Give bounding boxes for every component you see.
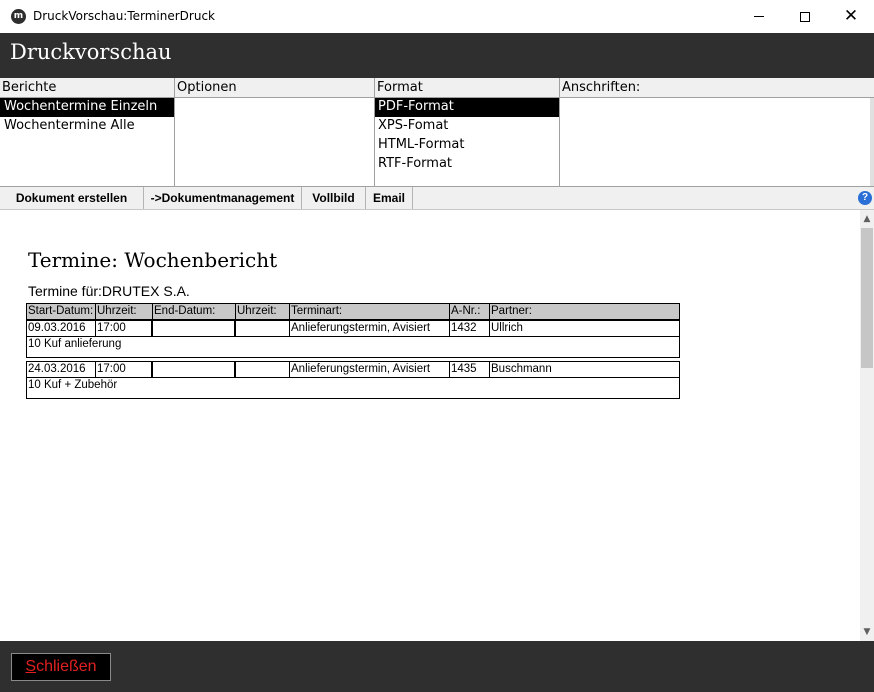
- berichte-item-wochentermine-einzeln[interactable]: Wochentermine Einzeln: [0, 98, 174, 117]
- scroll-down-icon[interactable]: ▼: [860, 625, 874, 639]
- schliessen-button[interactable]: Schließen: [11, 653, 111, 681]
- minimize-button[interactable]: [736, 0, 782, 33]
- cell-end-datum: [153, 362, 236, 377]
- column-header-uhrzeit: Uhrzeit:: [96, 304, 153, 319]
- column-header-end-datum: End-Datum:: [153, 304, 236, 319]
- column-header-partner: Partner:: [491, 305, 532, 317]
- schliessen-accesskey: S: [25, 658, 37, 675]
- scrollbar-thumb[interactable]: [861, 228, 873, 368]
- dokument-erstellen-button[interactable]: Dokument erstellen: [0, 187, 144, 209]
- record-data-row: 24.03.2016 17:00 Anlieferungstermin, Avi…: [27, 362, 679, 378]
- column-header-terminart: Terminart:: [290, 304, 450, 319]
- scroll-up-icon[interactable]: ▲: [860, 212, 874, 226]
- page-title: Druckvorschau: [10, 40, 172, 64]
- column-header-uhrzeit-end: Uhrzeit:: [236, 304, 290, 319]
- cell-terminart: Anlieferungstermin, Avisiert: [290, 362, 450, 377]
- cell-a-nr: 1435: [450, 362, 490, 377]
- close-icon: ✕: [843, 6, 859, 26]
- format-item-pdf[interactable]: PDF-Format: [375, 98, 559, 117]
- format-header: Format: [375, 78, 559, 98]
- berichte-list[interactable]: Wochentermine Einzeln Wochentermine Alle: [0, 98, 174, 136]
- berichte-panel: Berichte Wochentermine Einzeln Wochenter…: [0, 78, 175, 187]
- cell-terminart: Anlieferungstermin, Avisiert: [290, 321, 450, 336]
- cell-partner: Buschmann: [491, 363, 552, 375]
- report-title: Termine: Wochenbericht: [28, 248, 278, 272]
- table-header: Start-Datum: Uhrzeit: End-Datum: Uhrzeit…: [26, 303, 680, 320]
- berichte-header: Berichte: [0, 78, 174, 98]
- action-toolbar: Dokument erstellen ->Dokumentmanagement …: [0, 187, 874, 210]
- format-item-html[interactable]: HTML-Format: [375, 136, 559, 155]
- table-row: 09.03.2016 17:00 Anlieferungstermin, Avi…: [26, 320, 680, 358]
- table-row: 24.03.2016 17:00 Anlieferungstermin, Avi…: [26, 361, 680, 399]
- column-header-start-datum: Start-Datum:: [27, 304, 96, 319]
- email-button[interactable]: Email: [366, 187, 413, 209]
- record-note: 10 Kuf anlieferung: [28, 338, 122, 350]
- maximize-button[interactable]: [782, 0, 828, 33]
- cell-a-nr: 1432: [450, 321, 490, 336]
- app-header: Druckvorschau: [0, 33, 874, 78]
- record-note: 10 Kuf + Zubehör: [28, 379, 118, 391]
- cell-start-datum: 09.03.2016: [27, 321, 96, 336]
- close-window-button[interactable]: ✕: [828, 0, 874, 33]
- format-item-xps[interactable]: XPS-Fomat: [375, 117, 559, 136]
- anschriften-panel: Anschriften:: [560, 78, 874, 187]
- cell-start-datum: 24.03.2016: [27, 362, 96, 377]
- app-logo-icon: m: [11, 9, 26, 24]
- format-item-rtf[interactable]: RTF-Format: [375, 155, 559, 174]
- cell-end-uhrzeit: [236, 321, 290, 336]
- selection-panels: Berichte Wochentermine Einzeln Wochenter…: [0, 78, 874, 187]
- maximize-icon: [800, 11, 810, 22]
- minimize-icon: [754, 16, 764, 17]
- record-data-row: 09.03.2016 17:00 Anlieferungstermin, Avi…: [27, 321, 679, 337]
- report-subtitle: Termine für:DRUTEX S.A.: [28, 283, 190, 299]
- print-preview-area[interactable]: Termine: Wochenbericht Termine für:DRUTE…: [0, 210, 874, 641]
- cell-end-datum: [153, 321, 236, 336]
- schliessen-label: chließen: [36, 658, 97, 675]
- format-panel: Format PDF-Format XPS-Fomat HTML-Format …: [375, 78, 560, 187]
- berichte-item-wochentermine-alle[interactable]: Wochentermine Alle: [0, 117, 174, 136]
- cell-start-uhrzeit: 17:00: [96, 362, 153, 377]
- window-titlebar: m DruckVorschau:TerminerDruck ✕: [0, 0, 874, 33]
- format-list[interactable]: PDF-Format XPS-Fomat HTML-Format RTF-For…: [375, 98, 559, 174]
- optionen-header: Optionen: [175, 78, 374, 98]
- cell-end-uhrzeit: [236, 362, 290, 377]
- window-title: DruckVorschau:TerminerDruck: [33, 9, 216, 23]
- anschriften-header: Anschriften:: [560, 78, 874, 98]
- dokumentmanagement-button[interactable]: ->Dokumentmanagement: [144, 187, 302, 209]
- app-footer: Schließen: [0, 641, 874, 692]
- cell-partner: Ullrich: [491, 322, 523, 334]
- preview-scrollbar[interactable]: ▲ ▼: [860, 210, 874, 641]
- optionen-panel: Optionen: [175, 78, 375, 187]
- column-header-a-nr: A-Nr.:: [450, 304, 490, 319]
- help-icon[interactable]: ?: [858, 191, 872, 205]
- cell-start-uhrzeit: 17:00: [96, 321, 153, 336]
- vollbild-button[interactable]: Vollbild: [302, 187, 366, 209]
- report-table: Start-Datum: Uhrzeit: End-Datum: Uhrzeit…: [26, 303, 680, 399]
- anschriften-scrollbar[interactable]: [870, 98, 874, 186]
